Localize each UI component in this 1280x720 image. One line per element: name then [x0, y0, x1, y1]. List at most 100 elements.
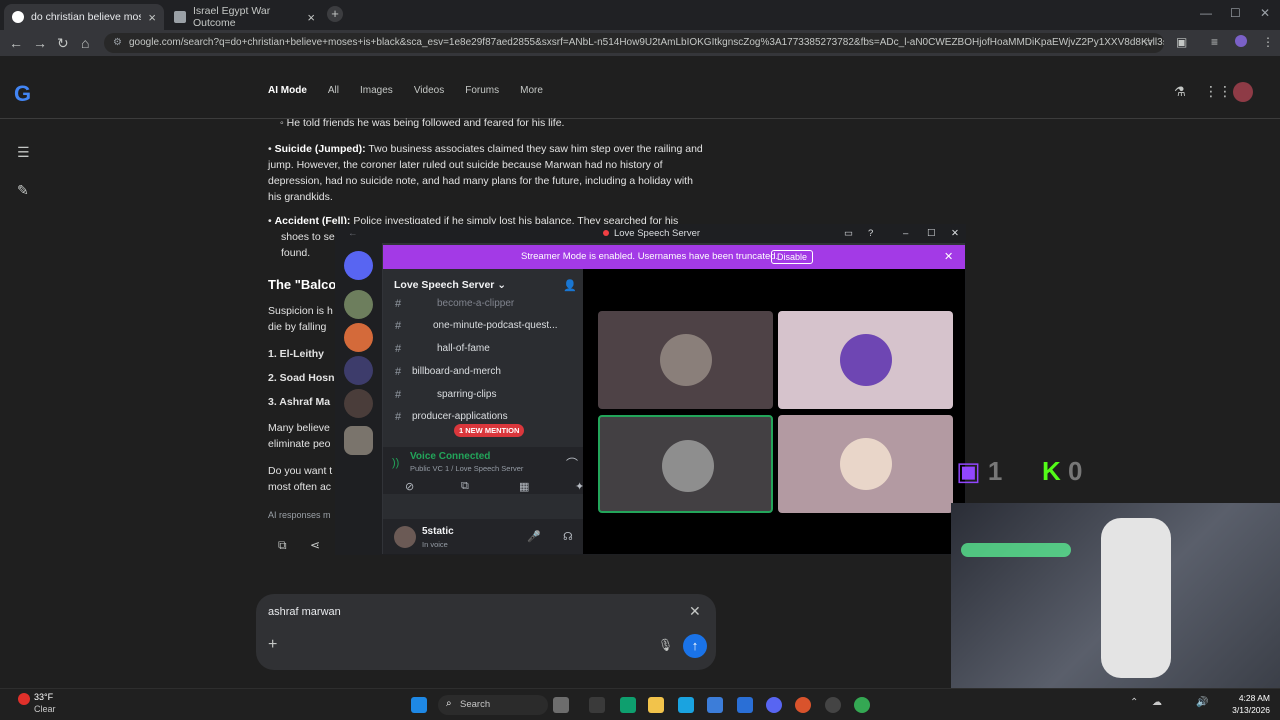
close-tab-icon[interactable]: ×	[148, 10, 156, 25]
username[interactable]: 5static	[422, 526, 454, 537]
server-header[interactable]: Love Speech Server ⌄	[394, 279, 506, 291]
user-avatar[interactable]	[394, 526, 416, 548]
windows-start-icon[interactable]	[411, 697, 427, 713]
clock-date[interactable]: 3/13/2026	[1222, 705, 1270, 715]
server-icon[interactable]	[344, 389, 373, 418]
history-list-icon[interactable]: ☰	[17, 144, 30, 161]
file-explorer-icon[interactable]	[648, 697, 664, 713]
clock-time[interactable]: 4:28 AM	[1230, 693, 1270, 703]
home-icon[interactable]: ⌂	[81, 35, 89, 51]
headphones-icon[interactable]: ☊	[563, 530, 573, 543]
profile-icon[interactable]	[1235, 35, 1247, 47]
participant-tile[interactable]	[778, 415, 953, 513]
server-icon[interactable]	[344, 323, 373, 352]
channel-item[interactable]: # hall-of-fame	[383, 339, 583, 359]
nav-images[interactable]: Images	[360, 85, 393, 96]
disable-button[interactable]: Disable	[771, 250, 814, 264]
menu-icon[interactable]: ⋮	[1262, 35, 1274, 49]
nav-videos[interactable]: Videos	[414, 85, 444, 96]
back-icon[interactable]: ←	[9, 35, 23, 51]
maximize-icon[interactable]: ☐	[927, 225, 936, 243]
disconnect-icon[interactable]: ⌒	[566, 455, 578, 472]
screen-icon[interactable]: ▣	[1176, 35, 1187, 49]
channel-item[interactable]: # one-minute-podcast-quest...	[383, 316, 583, 336]
new-chat-icon[interactable]: ✎	[17, 182, 29, 199]
channel-item[interactable]: # billboard-and-merch	[383, 362, 583, 382]
send-button[interactable]: ↑	[683, 634, 707, 658]
task-view-icon[interactable]	[589, 697, 605, 713]
clear-icon[interactable]: ✕	[689, 603, 701, 620]
weather-alert-icon[interactable]	[18, 693, 30, 705]
server-icon[interactable]	[344, 426, 373, 455]
store-icon[interactable]	[707, 697, 723, 713]
search-box[interactable]: ashraf marwan ✕ + 🎙 ↑	[256, 594, 716, 670]
site-info-icon[interactable]: ⚙	[113, 33, 122, 53]
video-off-icon[interactable]: ⊘	[405, 480, 414, 493]
channel-item[interactable]: # become-a-clipper	[383, 294, 583, 314]
participant-tile[interactable]	[778, 311, 953, 409]
add-icon[interactable]: +	[268, 636, 277, 654]
widgets-icon[interactable]	[553, 697, 569, 713]
minimize-icon[interactable]: –	[903, 225, 908, 243]
forward-icon[interactable]: →	[33, 35, 47, 51]
microphone-icon[interactable]: 🎤	[527, 530, 541, 543]
discord-home-icon[interactable]	[344, 251, 373, 280]
account-avatar[interactable]	[1233, 82, 1253, 102]
obs-icon[interactable]	[825, 697, 841, 713]
nav-more[interactable]: More	[520, 85, 543, 96]
maximize-icon[interactable]: ☐	[1230, 6, 1241, 20]
participant-tile-speaking[interactable]	[598, 415, 773, 513]
add-friend-icon[interactable]: 👤	[563, 279, 577, 292]
search-input[interactable]: ashraf marwan	[268, 606, 341, 618]
share-icon[interactable]: ⋖	[310, 538, 320, 552]
suicide-label: Suicide (Jumped):	[274, 143, 366, 155]
tab-israel-egypt[interactable]: Israel Egypt War Outcome ×	[166, 4, 323, 30]
close-tab-icon[interactable]: ×	[307, 10, 315, 25]
extensions-icon[interactable]: ≡	[1211, 35, 1218, 49]
network-icon[interactable]: ☁	[1152, 697, 1162, 708]
back-arrow-icon[interactable]: ←	[348, 225, 358, 243]
copilot-icon[interactable]	[620, 697, 636, 713]
address-bar[interactable]: ⚙ google.com/search?q=do+christian+belie…	[104, 33, 1164, 53]
server-icon[interactable]	[344, 290, 373, 319]
edge-icon[interactable]	[678, 697, 694, 713]
close-banner-icon[interactable]: ✕	[944, 245, 953, 269]
bookmark-star-icon[interactable]: ☆	[1143, 35, 1154, 49]
tab-search[interactable]: do christian believe moses is bl ×	[4, 4, 164, 30]
copy-icon[interactable]: ⧉	[278, 538, 287, 553]
apps-grid-icon[interactable]: ⋮⋮	[1204, 83, 1232, 100]
nav-all[interactable]: All	[328, 85, 339, 96]
discord-icon[interactable]	[766, 697, 782, 713]
chrome-icon[interactable]	[854, 697, 870, 713]
voice-channel[interactable]: Public VC 1 / Love Speech Server	[410, 464, 523, 473]
voice-connection-panel: )) Voice Connected Public VC 1 / Love Sp…	[383, 447, 584, 494]
brave-icon[interactable]	[795, 697, 811, 713]
participant-avatar	[840, 334, 892, 386]
new-mention-badge[interactable]: 1 NEW MENTION	[454, 424, 525, 437]
nav-forums[interactable]: Forums	[465, 85, 499, 96]
labs-flask-icon[interactable]: ⚗	[1174, 84, 1186, 100]
channel-item[interactable]: # sparring-clips	[383, 385, 583, 405]
microphone-icon[interactable]: 🎙	[658, 638, 673, 652]
inbox-icon[interactable]: ▭	[844, 225, 853, 243]
activities-icon[interactable]: ▦	[519, 480, 529, 493]
temperature[interactable]: 33°F	[34, 692, 53, 702]
minimize-icon[interactable]: —	[1200, 6, 1212, 20]
help-icon[interactable]: ?	[868, 225, 873, 243]
nav-ai-mode[interactable]: AI Mode	[268, 85, 307, 96]
tray-chevron-icon[interactable]: ⌃	[1130, 697, 1138, 708]
voice-status[interactable]: Voice Connected	[410, 451, 490, 462]
server-icon[interactable]	[344, 356, 373, 385]
close-window-icon[interactable]: ✕	[1260, 6, 1270, 20]
new-tab-button[interactable]: +	[327, 6, 343, 22]
google-favicon-icon	[12, 11, 24, 23]
volume-icon[interactable]: 🔊	[1196, 697, 1208, 708]
tab-title: Israel Egypt War Outcome	[193, 5, 271, 29]
reload-icon[interactable]: ↻	[57, 35, 69, 51]
taskbar-search[interactable]: ⌕ Search	[438, 695, 548, 715]
close-icon[interactable]: ✕	[951, 225, 959, 243]
participant-tile[interactable]	[598, 311, 773, 409]
google-logo-icon[interactable]: G	[14, 81, 31, 107]
mail-icon[interactable]	[737, 697, 753, 713]
screen-share-icon[interactable]: ⧉	[461, 480, 469, 493]
